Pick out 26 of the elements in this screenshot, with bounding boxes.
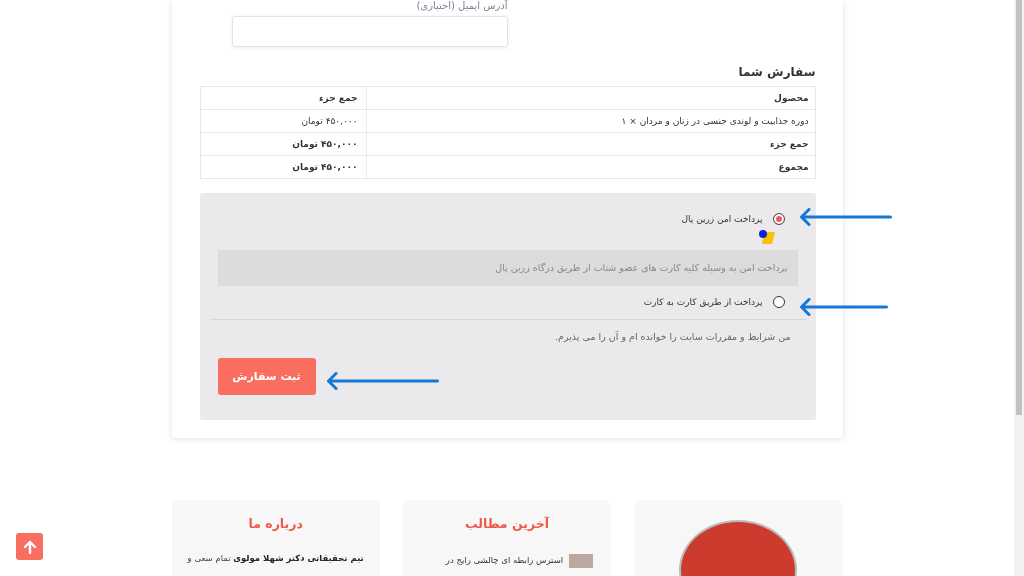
footer-title: آخرین مطالب [465, 515, 549, 533]
table-cell: ۴۵۰,۰۰۰ تومان [200, 109, 366, 133]
gateway-logo-icon [758, 230, 775, 244]
radio-button[interactable] [772, 296, 785, 308]
table-cell: ۴۵۰,۰۰۰ تومان [200, 155, 366, 179]
scroll-top-button[interactable] [16, 533, 43, 560]
post-link[interactable]: استرس رابطه ای چالشی رایج در [445, 554, 564, 566]
table-cell: جمع جزء [366, 132, 815, 156]
email-field[interactable] [231, 16, 508, 47]
radio-button[interactable] [772, 213, 785, 225]
field-label: آدرس ایمیل (اختیاری) [416, 0, 508, 13]
footer-title: درباره ما [248, 515, 303, 533]
payment-option-label[interactable]: پرداخت از طریق کارت به کارت [643, 297, 763, 307]
section-title: سفارش شما [737, 64, 816, 80]
table-cell: دوره جذابیت و لوندی جنسی در زنان و مردان × ۱ [366, 109, 815, 133]
table-cell: ۴۵۰,۰۰۰ تومان [200, 132, 366, 156]
table-cell: مجموع [366, 155, 815, 179]
photo-placeholder [569, 554, 594, 568]
scrollbar[interactable] [1014, 0, 1024, 576]
payment-description: پرداخت امن به وسیله کلیه کارت های عضو شتاب از طریق درگاه زرین پال [217, 250, 798, 286]
payment-option-label[interactable]: پرداخت امن زرین پال [681, 214, 763, 224]
column-header: محصول [366, 86, 815, 110]
terms-text: من شرایط و مقررات سایت را خوانده ام و آن را می پذیرم. [554, 330, 791, 344]
arrow-up-icon [22, 539, 37, 554]
about-text: تیم تحقیقاتی دکتر شهلا مولوی تمام سعی و [186, 552, 365, 565]
column-header: جمع جزء [200, 86, 366, 110]
